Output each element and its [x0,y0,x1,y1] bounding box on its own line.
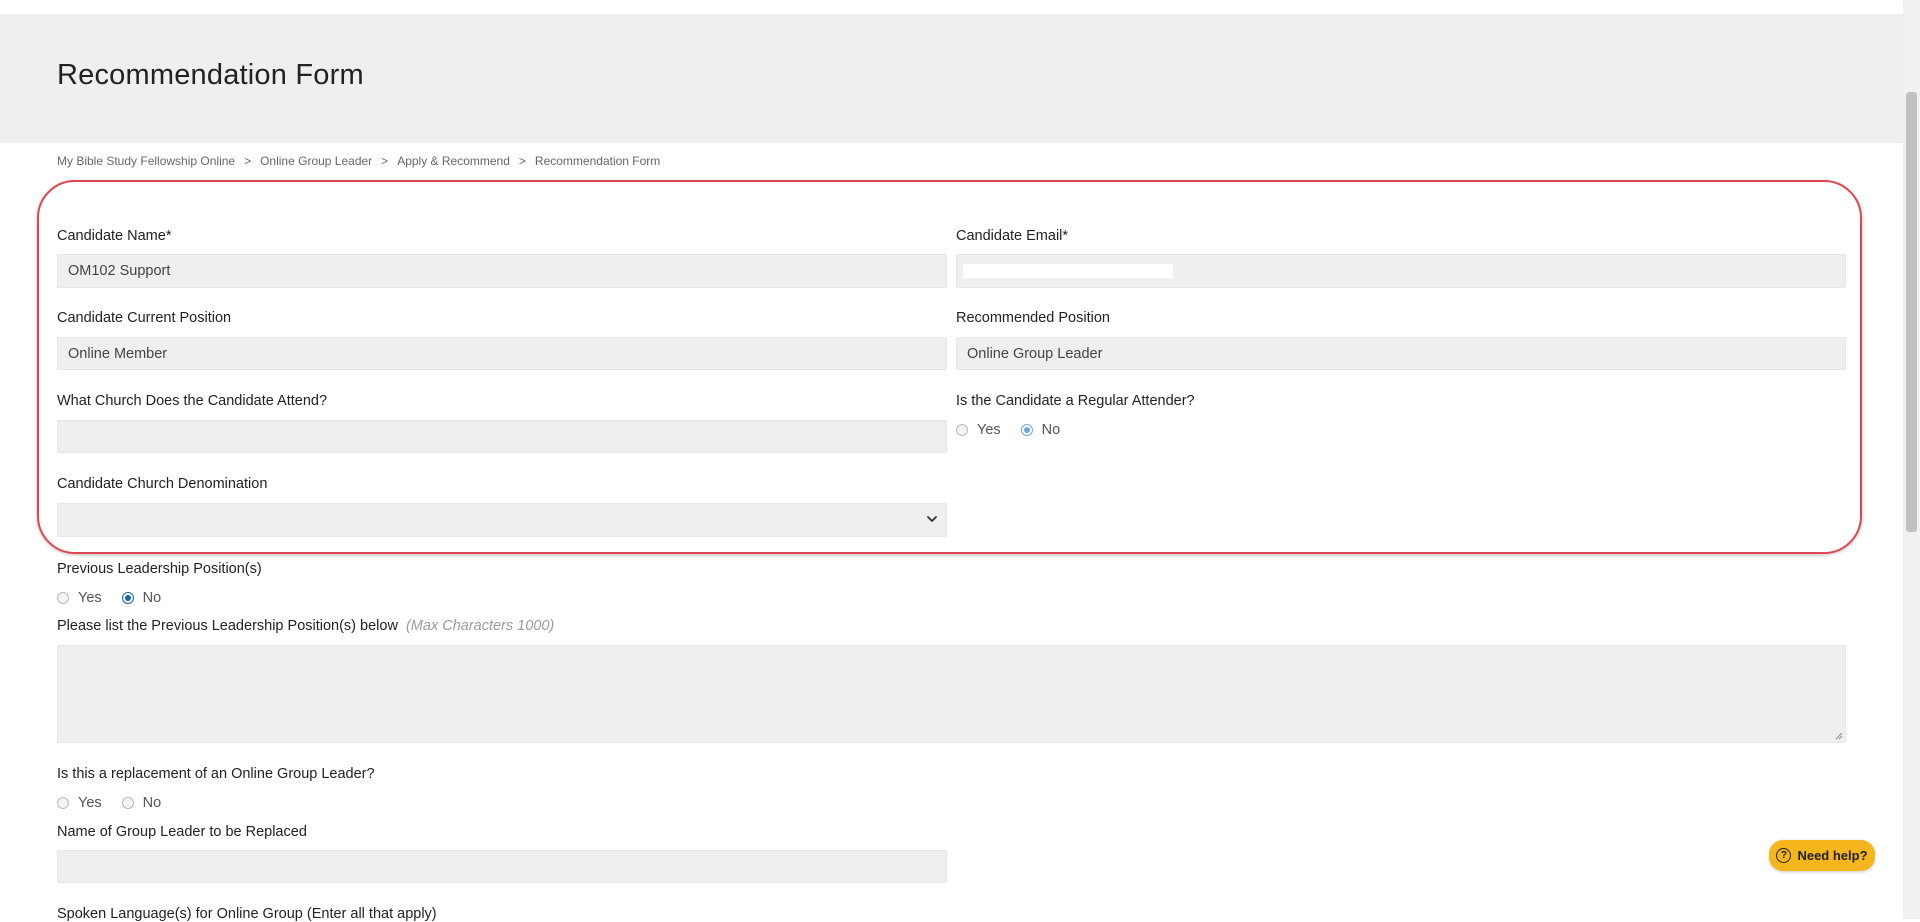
current-position-value: Online Member [68,346,168,362]
need-help-label: Need help? [1797,848,1868,863]
church-input[interactable] [57,420,947,453]
redacted-email [963,264,1173,278]
need-help-button[interactable]: ? Need help? [1769,840,1875,871]
previous-leadership-yes-radio[interactable] [57,592,69,604]
languages-label: Spoken Language(s) for Online Group (Ent… [57,906,437,922]
chevron-down-icon [927,516,937,522]
breadcrumb-item-apply-recommend[interactable]: Apply & Recommend [397,154,510,168]
breadcrumb-item-online-group-leader[interactable]: Online Group Leader [260,154,372,168]
denomination-label: Candidate Church Denomination [57,476,268,492]
breadcrumb-item-current: Recommendation Form [534,154,661,168]
leader-replaced-input[interactable] [57,850,947,883]
regular-attender-radio-group: Yes No [956,422,1080,438]
regular-attender-label: Is the Candidate a Regular Attender? [956,393,1195,409]
candidate-name-field[interactable]: OM102 Support [57,254,947,288]
candidate-name-label: Candidate Name* [57,228,172,244]
regular-attender-no-radio[interactable] [1020,424,1033,436]
leader-replaced-label: Name of Group Leader to be Replaced [57,824,307,840]
replacement-radio-group: Yes No [57,795,181,811]
breadcrumb-item-home[interactable]: My Bible Study Fellowship Online [57,154,235,168]
breadcrumb: My Bible Study Fellowship Online > Online … [57,154,660,168]
candidate-email-field[interactable] [956,254,1846,288]
recommended-position-value: Online Group Leader [967,346,1103,362]
previous-leadership-label: Previous Leadership Position(s) [57,561,262,577]
candidate-name-value: OM102 Support [68,263,171,279]
previous-leadership-yes-label[interactable]: Yes [78,590,102,606]
previous-leadership-no-radio[interactable] [121,592,134,604]
regular-attender-yes-radio[interactable] [956,424,968,436]
breadcrumb-separator: > [381,154,389,168]
current-position-label: Candidate Current Position [57,310,232,326]
previous-leadership-no-label[interactable]: No [143,590,162,606]
replacement-no-radio[interactable] [121,797,134,809]
resize-handle-icon[interactable] [1835,732,1843,740]
previous-list-label-text: Please list the Previous Leadership Posi… [57,618,398,634]
previous-leadership-radio-group: Yes No [57,590,181,606]
replacement-yes-label[interactable]: Yes [78,795,102,811]
previous-leadership-textarea[interactable] [57,645,1846,743]
scrollbar-thumb[interactable] [1906,92,1917,532]
replacement-label: Is this a replacement of an Online Group… [57,766,375,782]
page-title: Recommendation Form [57,59,364,91]
max-characters-hint: (Max Characters 1000) [405,618,555,634]
page-header: Recommendation Form [0,14,1903,143]
candidate-email-label: Candidate Email* [956,228,1069,244]
question-circle-icon: ? [1776,848,1792,863]
current-position-field[interactable]: Online Member [57,337,947,370]
recommended-position-field[interactable]: Online Group Leader [956,337,1846,370]
replacement-no-label[interactable]: No [143,795,162,811]
regular-attender-yes-label[interactable]: Yes [977,422,1001,438]
breadcrumb-separator: > [518,154,526,168]
denomination-select[interactable] [57,503,947,537]
recommended-position-label: Recommended Position [956,310,1110,326]
church-label: What Church Does the Candidate Attend? [57,393,328,409]
top-strip [0,0,1920,14]
regular-attender-no-label[interactable]: No [1042,422,1061,438]
replacement-yes-radio[interactable] [57,797,69,809]
previous-list-label: Please list the Previous Leadership Posi… [57,618,554,634]
breadcrumb-separator: > [244,154,252,168]
